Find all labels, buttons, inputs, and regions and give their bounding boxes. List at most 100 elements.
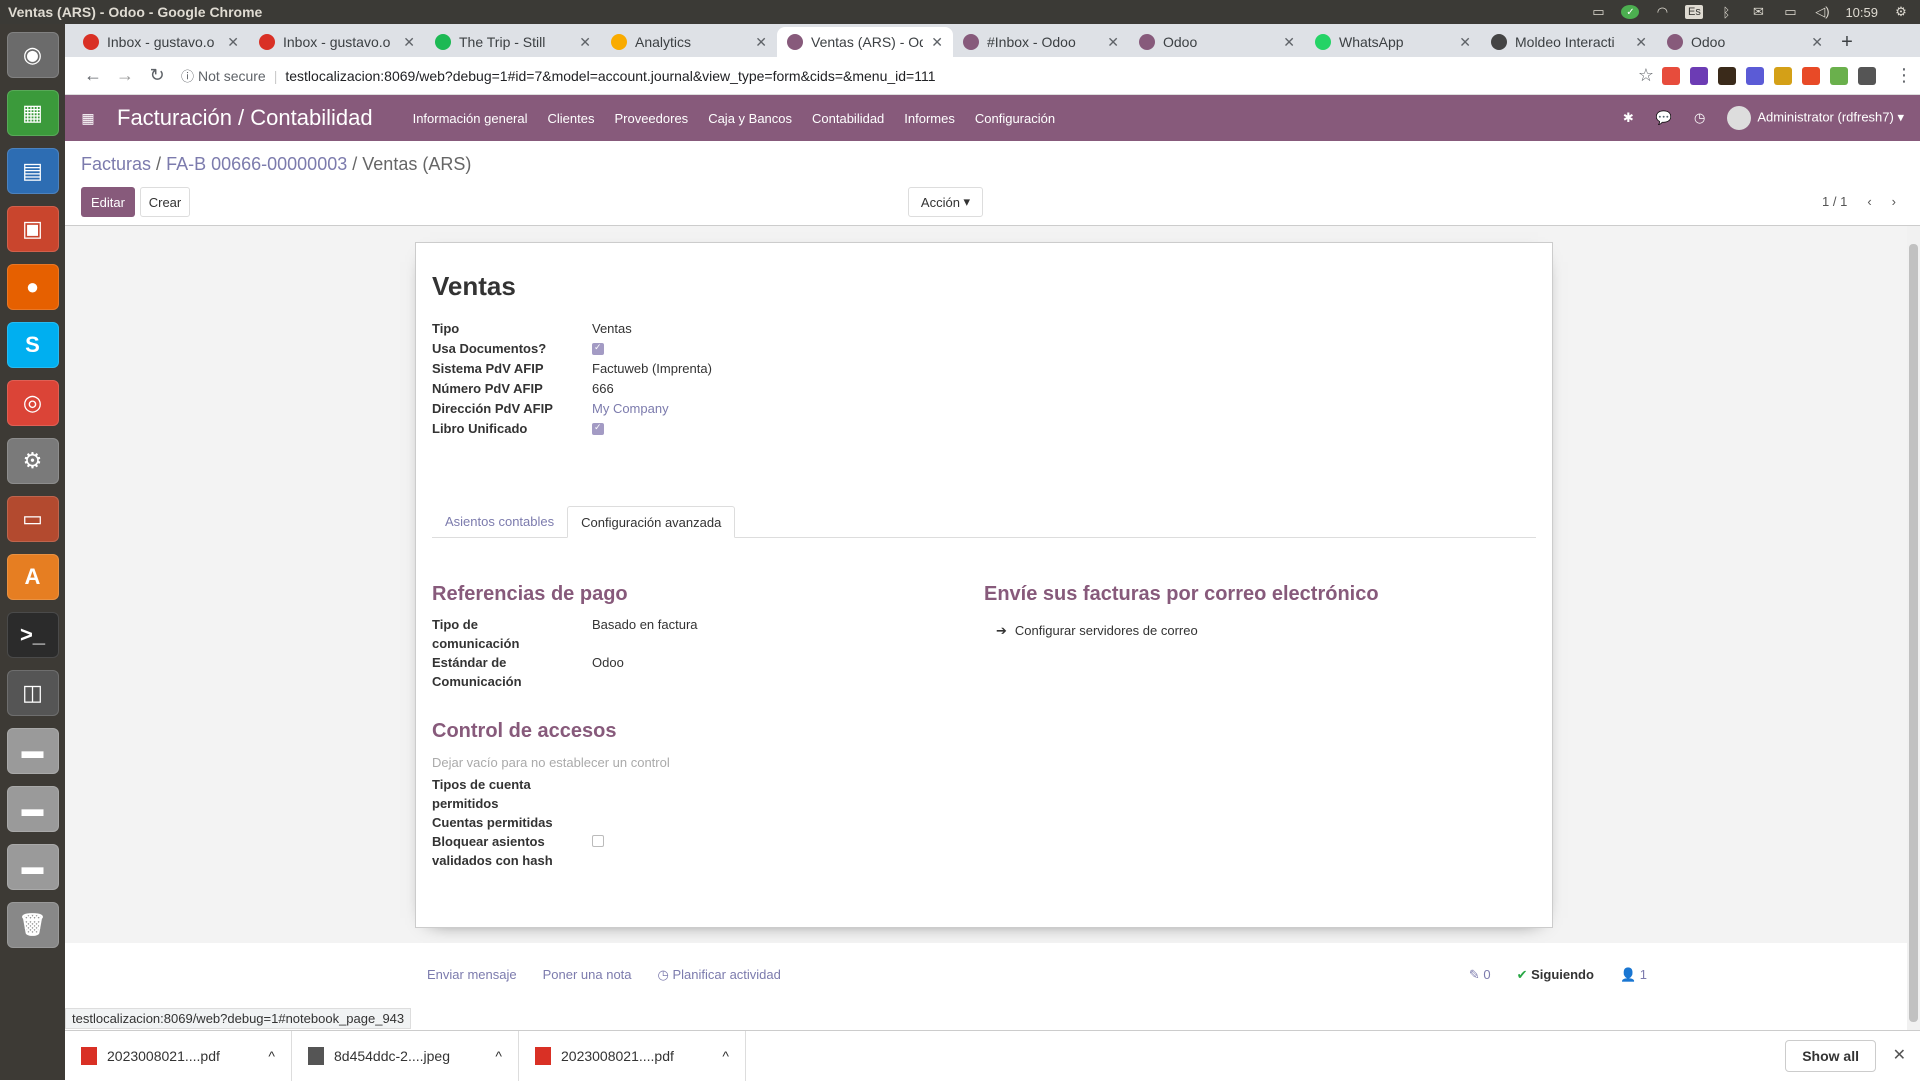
extension-icon[interactable] — [1746, 66, 1764, 85]
field-checkbox[interactable] — [592, 341, 604, 358]
clock-icon[interactable]: ◷ — [1694, 110, 1705, 126]
breadcrumb-facturas[interactable]: Facturas — [81, 154, 151, 174]
files-icon[interactable]: ▭ — [6, 496, 59, 542]
check-icon[interactable]: ✓ — [1621, 5, 1640, 19]
trash-icon[interactable]: 🗑 — [6, 902, 59, 948]
bookmark-star-icon[interactable]: ☆ — [1630, 60, 1662, 92]
tab-close-icon[interactable]: ✕ — [931, 34, 943, 51]
tab-close-icon[interactable]: ✕ — [579, 34, 591, 51]
bluetooth-icon[interactable]: ᛒ — [1717, 5, 1735, 20]
terminal-icon[interactable]: >_ — [6, 612, 59, 658]
settings-icon[interactable]: ⚙ — [6, 438, 59, 484]
impress-icon[interactable]: ▣ — [6, 206, 59, 252]
drive1-icon[interactable]: ▬ — [6, 728, 59, 774]
pager-prev-icon[interactable]: ‹ — [1867, 194, 1871, 209]
page-scrollbar[interactable] — [1907, 226, 1920, 1030]
apps-grid-icon[interactable]: ▦ — [71, 110, 105, 127]
chevron-up-icon[interactable]: ^ — [722, 1048, 729, 1064]
menu-item[interactable]: Caja y Bancos — [708, 111, 792, 126]
scrollbar-thumb[interactable] — [1909, 244, 1918, 1022]
pager-next-icon[interactable]: › — [1892, 194, 1896, 209]
tab-close-icon[interactable]: ✕ — [403, 34, 415, 51]
url-text[interactable]: testlocalizacion:8069/web?debug=1#id=7&m… — [285, 68, 935, 84]
following-button[interactable]: ✔ Siguiendo — [1517, 967, 1594, 983]
notebook-tab[interactable]: Configuración avanzada — [567, 506, 736, 538]
keyboard-lang[interactable]: Es — [1685, 5, 1704, 19]
menu-item[interactable]: Configuración — [975, 111, 1055, 126]
software-icon[interactable]: A — [6, 554, 59, 600]
action-dropdown[interactable]: Acción ▾ — [908, 187, 983, 217]
address-bar[interactable]: ⓘ Not secure | testlocalizacion:8069/web… — [181, 61, 1622, 91]
chevron-up-icon[interactable]: ^ — [495, 1048, 502, 1064]
menu-dots-icon[interactable]: ⋮ — [1888, 60, 1920, 92]
pager-value[interactable]: 1 / 1 — [1822, 194, 1847, 209]
field-value[interactable]: Ventas — [592, 321, 632, 336]
show-all-button[interactable]: Show all — [1785, 1040, 1876, 1072]
extension-icon[interactable] — [1774, 66, 1792, 85]
comm-type-value[interactable]: Basado en factura — [592, 615, 698, 653]
allowed-accounts-value[interactable] — [592, 813, 792, 832]
field-checkbox[interactable] — [592, 421, 604, 438]
browser-tab[interactable]: Odoo ✕ — [1657, 27, 1833, 57]
tab-close-icon[interactable]: ✕ — [1107, 34, 1119, 51]
forward-icon[interactable]: → — [109, 60, 141, 92]
browser-tab[interactable]: Ventas (ARS) - Od ✕ — [777, 27, 953, 57]
browser-tab[interactable]: Analytics ✕ — [601, 27, 777, 57]
extension-icon[interactable] — [1802, 66, 1820, 85]
browser-tab[interactable]: The Trip - Still ✕ — [425, 27, 601, 57]
tab-close-icon[interactable]: ✕ — [1459, 34, 1471, 51]
extension-icon[interactable] — [1830, 66, 1848, 85]
dash-icon[interactable]: ◉ — [6, 32, 59, 78]
extension-icon[interactable] — [1690, 66, 1708, 85]
browser-tab[interactable]: #Inbox - Odoo ✕ — [953, 27, 1129, 57]
drive3-icon[interactable]: ▬ — [6, 844, 59, 890]
tab-close-icon[interactable]: ✕ — [1283, 34, 1295, 51]
allowed-account-types-value[interactable] — [592, 775, 792, 794]
browser-tab[interactable]: Odoo ✕ — [1129, 27, 1305, 57]
back-icon[interactable]: ← — [77, 60, 109, 92]
lock-hash-checkbox[interactable] — [592, 835, 604, 847]
send-message-button[interactable]: Enviar mensaje — [427, 967, 517, 983]
menu-item[interactable]: Informes — [904, 111, 955, 126]
chat-icon[interactable]: 💬 — [1656, 110, 1672, 126]
browser-tab[interactable]: Inbox - gustavo.o ✕ — [73, 27, 249, 57]
mail-icon[interactable]: ✉ — [1749, 4, 1767, 19]
notebook-tab[interactable]: Asientos contables — [432, 506, 567, 537]
menu-item[interactable]: Información general — [413, 111, 528, 126]
configure-mail-link[interactable]: ➔ Configurar servidores de correo — [996, 621, 1198, 640]
menu-item[interactable]: Clientes — [548, 111, 595, 126]
field-value[interactable]: 666 — [592, 381, 614, 396]
power-gear-icon[interactable]: ⚙ — [1892, 4, 1910, 19]
chrome-icon[interactable]: ◎ — [6, 380, 59, 426]
checkbox-checked[interactable] — [592, 422, 604, 435]
menu-item[interactable]: Proveedores — [614, 111, 688, 126]
edit-button[interactable]: Editar — [81, 187, 135, 217]
wifi-icon[interactable]: ◠ — [1653, 4, 1671, 19]
download-item[interactable]: 8d454ddc-2....jpeg ^ — [292, 1030, 519, 1081]
new-tab-button[interactable]: + — [1833, 27, 1861, 57]
browser-tab[interactable]: Moldeo Interacti ✕ — [1481, 27, 1657, 57]
bug-icon[interactable]: ✱ — [1623, 110, 1634, 126]
writer-icon[interactable]: ▤ — [6, 148, 59, 194]
followers-button[interactable]: 👤 1 — [1620, 967, 1647, 983]
extension-icon[interactable] — [1662, 66, 1680, 85]
field-value[interactable]: My Company — [592, 401, 669, 416]
breadcrumb-invoice[interactable]: FA-B 00666-00000003 — [166, 154, 347, 174]
drive-icon[interactable]: ▭ — [1589, 4, 1607, 19]
extension-icon[interactable] — [1858, 66, 1876, 85]
battery-icon[interactable]: ▭ — [1781, 4, 1799, 19]
schedule-activity-button[interactable]: ◷ Planificar actividad — [658, 967, 781, 983]
user-menu[interactable]: Administrator (rdfresh7) ▾ — [1727, 106, 1904, 130]
tab-close-icon[interactable]: ✕ — [227, 34, 239, 51]
drive2-icon[interactable]: ▬ — [6, 786, 59, 832]
volume-icon[interactable]: ◁) — [1813, 4, 1831, 19]
skype-icon[interactable]: S — [6, 322, 59, 368]
download-item[interactable]: 2023008021....pdf ^ — [65, 1030, 292, 1081]
info-icon[interactable]: ⓘ — [181, 66, 194, 85]
app-name[interactable]: Facturación / Contabilidad — [117, 105, 373, 131]
create-button[interactable]: Crear — [140, 187, 190, 217]
log-note-button[interactable]: Poner una nota — [543, 967, 632, 983]
clock[interactable]: 10:59 — [1845, 5, 1878, 20]
reload-icon[interactable]: ↻ — [141, 60, 173, 92]
checkbox-checked[interactable] — [592, 342, 604, 355]
